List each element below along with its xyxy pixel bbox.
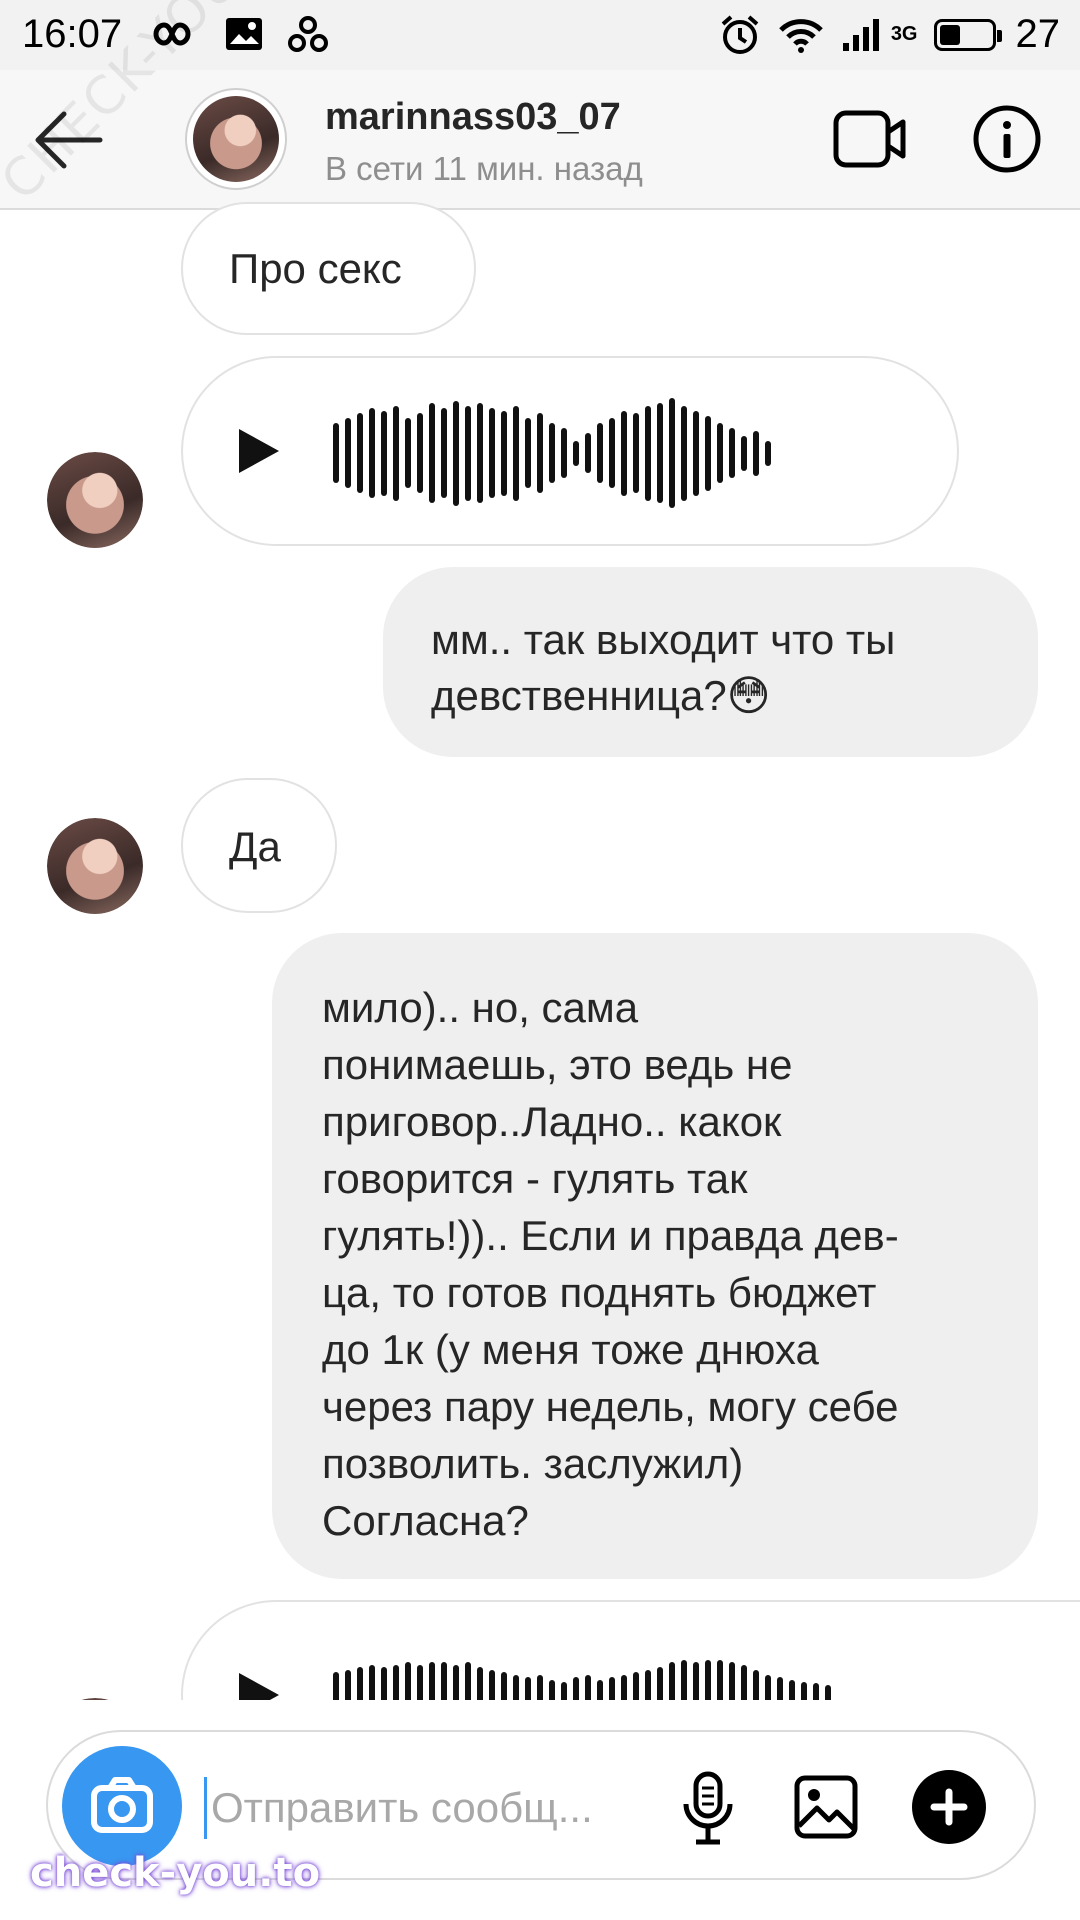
waveform-bar (609, 418, 615, 488)
message-text-line: Согласна? (322, 1497, 529, 1544)
camera-button[interactable] (62, 1746, 182, 1866)
message-text-line: ца, то готов поднять бюджет (322, 1269, 877, 1316)
waveform-bar (453, 400, 459, 506)
avatar-image (47, 818, 143, 914)
plus-icon (930, 1788, 968, 1826)
message-text-line: девственница?😳 (431, 672, 771, 719)
incoming-message[interactable]: Про секс (181, 202, 476, 335)
sender-avatar[interactable] (47, 452, 143, 548)
waveform-bar (417, 413, 423, 493)
waveform-bar (669, 398, 675, 508)
chat-username[interactable]: marinnass03_07 (325, 96, 621, 139)
incoming-voice-message[interactable] (181, 356, 959, 546)
gallery-icon[interactable] (793, 1774, 859, 1840)
message-text-line: понимаешь, это ведь не (322, 1041, 793, 1088)
play-icon[interactable] (235, 426, 281, 476)
waveform-bar (501, 410, 507, 496)
battery-level: 27 (1015, 12, 1061, 56)
message-text-line: позволить. заслужил) (322, 1440, 744, 1487)
waveform-bar (597, 423, 603, 483)
waveform-bar (705, 415, 711, 491)
bottom-watermark: check-you.to (30, 1850, 321, 1896)
waveform-bar (381, 410, 387, 496)
link-notification-icon (288, 16, 328, 52)
waveform-bar (465, 405, 471, 501)
outgoing-message[interactable]: мм.. так выходит что ты девственница?😳 (383, 567, 1038, 757)
message-text-line: мм.. так выходит что ты (431, 616, 896, 663)
waveform-bar (693, 410, 699, 496)
image-notification-icon (226, 18, 262, 50)
video-call-icon[interactable] (833, 108, 907, 170)
message-text: Да (229, 823, 281, 870)
message-text-block: мило).. но, сама понимаешь, это ведь не пр… (322, 979, 899, 1549)
message-text-line: гулять!)).. Если и правда дев- (322, 1212, 899, 1259)
waveform-bar (633, 413, 639, 493)
network-type: 3G (890, 23, 918, 45)
sender-avatar[interactable] (47, 818, 143, 914)
status-time: 16:07 (22, 12, 123, 56)
waveform-bar (549, 423, 555, 483)
waveform-bar (621, 410, 627, 496)
alarm-icon (721, 14, 759, 54)
microphone-icon[interactable] (678, 1770, 738, 1846)
wifi-icon (779, 18, 823, 53)
waveform-bar (369, 408, 375, 498)
incoming-message[interactable]: Да (181, 778, 337, 913)
waveform-bar (333, 423, 339, 483)
message-text: Про секс (229, 245, 402, 292)
waveform-bar (741, 435, 747, 471)
message-text-line: мило).. но, сама (322, 984, 639, 1031)
outgoing-message[interactable]: мило).. но, сама понимаешь, это ведь не пр… (272, 933, 1038, 1579)
plus-button[interactable] (912, 1770, 986, 1844)
message-text-line: говорится - гулять так (322, 1155, 748, 1202)
signal-icon (842, 18, 879, 51)
camera-icon (91, 1777, 153, 1833)
waveform-bar (765, 440, 771, 466)
waveform-bar (345, 418, 351, 488)
waveform-bar (357, 413, 363, 493)
message-text-line: через пару недель, могу себе (322, 1383, 899, 1430)
waveform-bar (681, 405, 687, 501)
waveform-bar (429, 403, 435, 503)
waveform-bar (561, 428, 567, 478)
waveform-bar (513, 405, 519, 501)
waveform-bar (525, 418, 531, 488)
message-text-line: приговор..Ладно.. какок (322, 1098, 782, 1145)
waveform-bar (753, 430, 759, 476)
status-right: 3G 27 (719, 12, 1060, 57)
waveform-bar (489, 408, 495, 498)
message-input[interactable] (204, 1777, 693, 1839)
battery-icon (933, 18, 1002, 51)
avatar-image (47, 452, 143, 548)
waveform-bar (729, 428, 735, 478)
waveform-bar (405, 418, 411, 488)
waveform-bar (441, 408, 447, 498)
message-text-line: до 1к (у меня тоже днюха (322, 1326, 819, 1373)
presence-status: В сети 11 мин. назад (325, 150, 643, 187)
voice-waveform[interactable] (333, 393, 771, 513)
waveform-bar (585, 433, 591, 473)
waveform-bar (393, 405, 399, 501)
avatar-image (193, 96, 279, 182)
waveform-bar (537, 413, 543, 493)
chat-header: marinnass03_07 В сети 11 мин. назад (0, 70, 1080, 210)
info-icon[interactable] (972, 104, 1042, 174)
waveform-bar (657, 403, 663, 503)
header-avatar[interactable] (185, 88, 287, 190)
waveform-bar (573, 440, 579, 466)
waveform-bar (645, 405, 651, 501)
waveform-bar (717, 423, 723, 483)
waveform-bar (477, 403, 483, 503)
